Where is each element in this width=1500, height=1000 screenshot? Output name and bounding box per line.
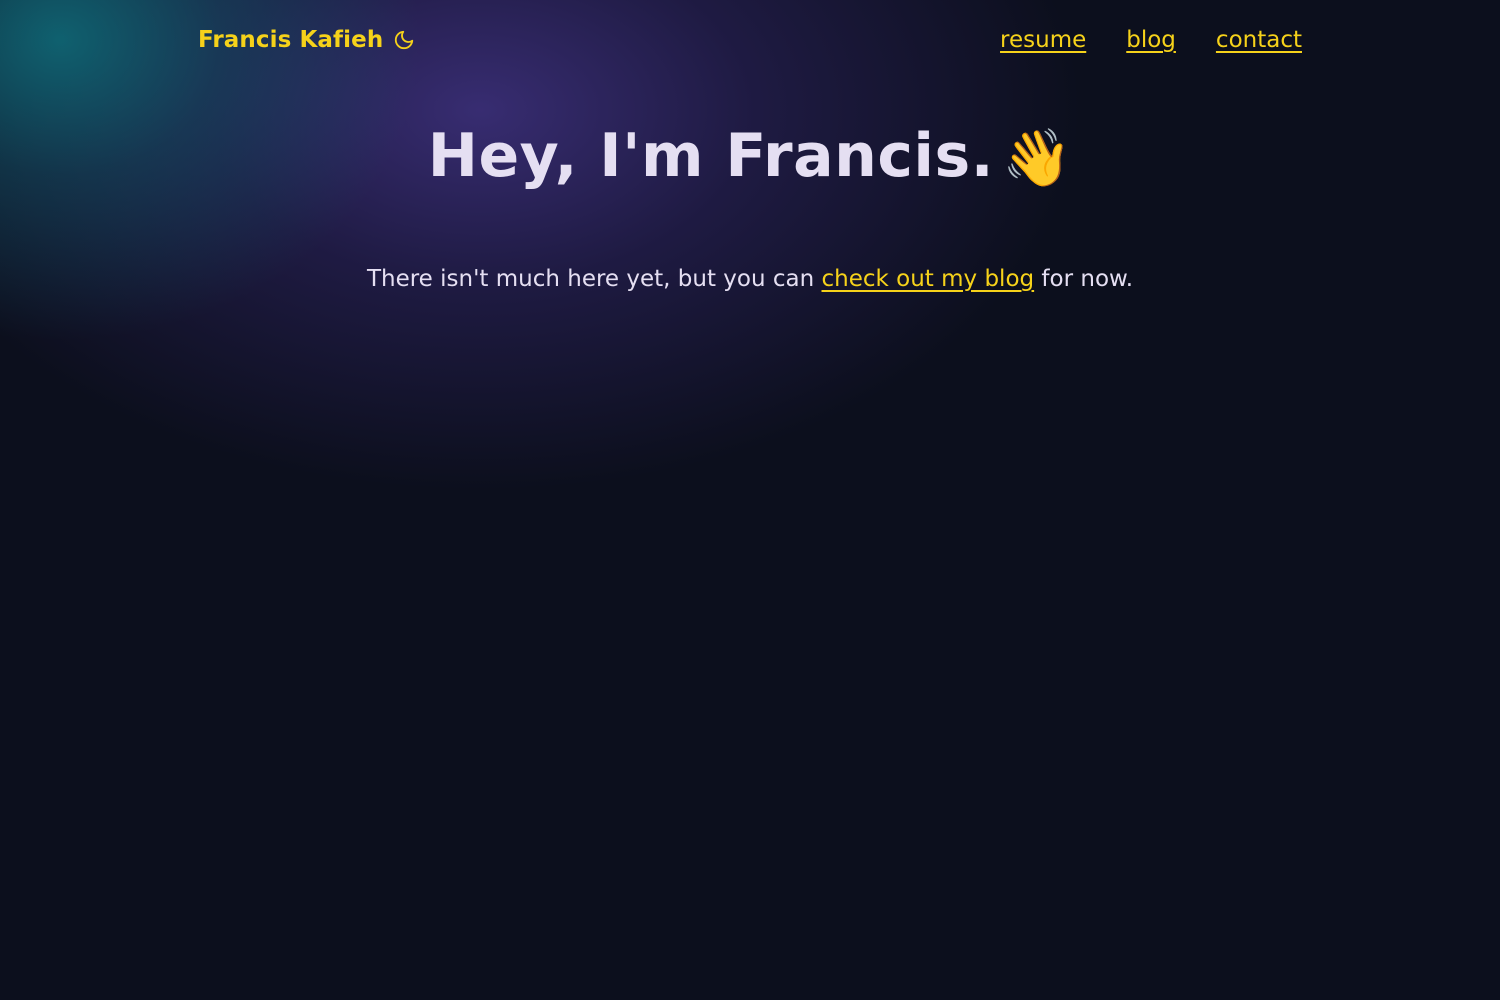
tagline: There isn't much here yet, but you can c… xyxy=(0,262,1500,296)
tagline-after: for now. xyxy=(1034,266,1134,292)
nav-link-contact[interactable]: contact xyxy=(1216,27,1302,53)
nav-link-resume[interactable]: resume xyxy=(1000,27,1086,53)
check-out-blog-link[interactable]: check out my blog xyxy=(822,266,1035,292)
hero-heading: Hey, I'm Francis. xyxy=(427,121,994,191)
page-title: Hey, I'm Francis. 👋 xyxy=(0,118,1500,197)
brand-name-link[interactable]: Francis Kafieh xyxy=(198,27,383,53)
nav-links: resume blog contact xyxy=(1000,27,1302,53)
brand: Francis Kafieh xyxy=(198,27,415,53)
top-nav: Francis Kafieh resume blog contact xyxy=(198,0,1302,80)
waving-hand-emoji: 👋 xyxy=(1002,126,1073,192)
tagline-before: There isn't much here yet, but you can xyxy=(366,266,822,292)
nav-link-blog[interactable]: blog xyxy=(1126,27,1176,53)
moon-icon[interactable] xyxy=(393,29,415,51)
hero: Hey, I'm Francis. 👋 xyxy=(0,118,1500,197)
